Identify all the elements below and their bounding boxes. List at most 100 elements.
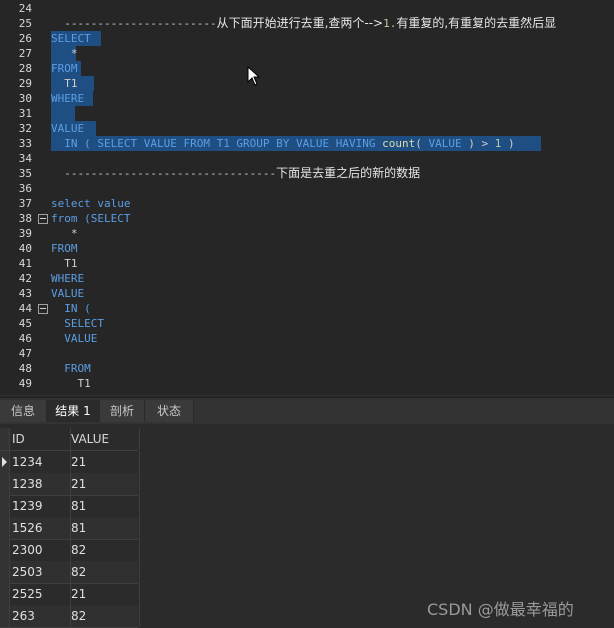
selection-highlight [51, 106, 75, 121]
row-indicator [0, 473, 10, 495]
cell-id[interactable]: 2503 [10, 561, 71, 583]
line-number: 37 [18, 197, 32, 210]
code-line: 30 WHERE [0, 91, 614, 106]
cell-id[interactable]: 263 [10, 605, 71, 627]
code-text: FROM [51, 361, 91, 376]
code-line: 47 [0, 346, 614, 361]
code-token: VALUE [51, 332, 98, 345]
code-text: T1 [51, 256, 77, 271]
tab-result-1[interactable]: 结果 1 [47, 400, 100, 422]
code-token: IN ( [51, 137, 98, 150]
row-indicator [0, 583, 10, 605]
cell-value[interactable]: 81 [69, 517, 140, 539]
code-line: 48 FROM [0, 361, 614, 376]
line-number: 36 [18, 182, 32, 195]
code-token: FROM [51, 362, 91, 375]
code-line: 29 T1 [0, 76, 614, 91]
code-token: ) [501, 137, 515, 150]
code-token: VALUE [51, 122, 85, 135]
row-indicator [0, 605, 10, 627]
line-number: 43 [18, 287, 32, 300]
tab-profile[interactable]: 剖析 [100, 400, 145, 422]
tab-label: 信息 [10, 404, 35, 418]
code-text: from (SELECT [51, 211, 130, 226]
row-indicator [0, 561, 10, 583]
code-token: 从下面开始进行去重,查两个--> [216, 16, 384, 30]
code-token: 下面是去重之后的新的数据 [276, 166, 421, 180]
code-token: FROM [51, 62, 78, 75]
line-number: 42 [18, 272, 32, 285]
line-number: 31 [18, 107, 32, 120]
code-text: VALUE [51, 331, 97, 346]
line-number: 44 [18, 302, 32, 315]
line-number: 29 [18, 77, 32, 90]
line-number: 49 [18, 377, 32, 390]
cell-value[interactable]: 82 [69, 561, 140, 583]
code-text: --------------------------------下面是去重之后的… [51, 166, 420, 181]
code-line: 37 select value [0, 196, 614, 211]
fold-toggle-icon[interactable] [38, 304, 48, 314]
code-token: VALUE [428, 137, 462, 150]
table-row[interactable]: 2503 82 [0, 561, 140, 584]
code-token: SELECT [51, 317, 104, 330]
cell-value[interactable]: 82 [69, 539, 140, 561]
code-text: FROM [51, 61, 78, 76]
tab-status[interactable]: 状态 [145, 400, 194, 422]
line-number: 40 [18, 242, 32, 255]
table-row[interactable]: 1239 81 [0, 495, 140, 518]
code-token: 有重复的,有重复的去重然后显 [396, 16, 557, 30]
cell-value[interactable]: 21 [69, 473, 140, 495]
code-line: 41 T1 [0, 256, 614, 271]
cell-value[interactable]: 21 [69, 583, 140, 605]
row-indicator [0, 495, 10, 517]
cell-value[interactable]: 82 [69, 605, 140, 627]
line-number: 41 [18, 257, 32, 270]
code-text: -----------------------从下面开始进行去重,查两个-->1… [51, 16, 556, 31]
code-token: count [382, 137, 416, 150]
cell-id[interactable]: 2525 [10, 583, 71, 605]
cell-id[interactable]: 1238 [10, 473, 71, 495]
cell-id[interactable]: 2300 [10, 539, 71, 561]
code-token: WHERE [51, 92, 85, 105]
code-token: from (SELECT [51, 212, 131, 225]
sql-editor[interactable]: 24 25 -----------------------从下面开始进行去重,查两… [0, 0, 614, 394]
tab-info[interactable]: 信息 [0, 400, 47, 422]
line-number: 35 [18, 167, 32, 180]
code-line: 27 * [0, 46, 614, 61]
code-line: 38 from (SELECT [0, 211, 614, 226]
line-number: 26 [18, 32, 32, 45]
line-number: 46 [18, 332, 32, 345]
column-header[interactable]: VALUE [69, 428, 140, 450]
code-text: T1 [51, 76, 77, 91]
line-number: 33 [18, 137, 32, 150]
row-indicator [0, 517, 10, 539]
code-line: 36 [0, 181, 614, 196]
table-row[interactable]: 2525 21 [0, 583, 140, 606]
tab-label: 结果 1 [55, 404, 91, 418]
table-row[interactable]: 2300 82 [0, 539, 140, 562]
code-text: VALUE [51, 121, 84, 136]
column-header[interactable]: ID [10, 428, 71, 450]
table-row[interactable]: 1526 81 [0, 517, 140, 540]
cell-id[interactable]: 1239 [10, 495, 71, 517]
table-header: ID VALUE [0, 428, 140, 451]
cell-value[interactable]: 81 [69, 495, 140, 517]
code-line: 42 WHERE [0, 271, 614, 286]
code-line: 45 SELECT [0, 316, 614, 331]
cell-value[interactable]: 21 [69, 451, 140, 473]
code-line: 49 T1 [0, 376, 614, 391]
code-token: -------------------------------- [51, 167, 277, 180]
table-row[interactable]: 1238 21 [0, 473, 140, 496]
table-row[interactable]: 263 82 [0, 605, 140, 628]
watermark: CSDN @做最幸福的 [427, 600, 574, 619]
code-token: IN ( [51, 302, 91, 315]
table-row[interactable]: 1234 21 [0, 451, 140, 474]
cell-id[interactable]: 1526 [10, 517, 71, 539]
fold-toggle-icon[interactable] [38, 214, 48, 224]
cell-id[interactable]: 1234 [10, 451, 71, 473]
line-number: 48 [18, 362, 32, 375]
code-token: * [51, 227, 78, 240]
code-token: * [51, 47, 78, 60]
code-line: 31 [0, 106, 614, 121]
line-number: 34 [18, 152, 32, 165]
